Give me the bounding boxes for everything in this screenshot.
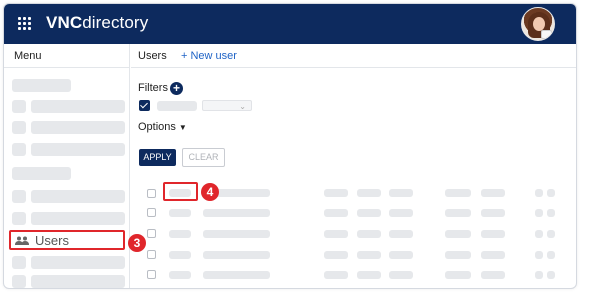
cell-placeholder: [169, 209, 191, 217]
cell-placeholder: [324, 189, 348, 197]
cell-placeholder: [445, 189, 471, 197]
sidebar-item-placeholder[interactable]: [31, 212, 125, 225]
sidebar-item-icon-placeholder: [12, 256, 26, 269]
sidebar-item-placeholder[interactable]: [31, 190, 125, 203]
sidebar-item-icon-placeholder: [12, 121, 26, 134]
cell-placeholder: [324, 230, 348, 238]
cell-placeholder: [389, 271, 413, 279]
apply-button[interactable]: APPLY: [139, 149, 176, 166]
cell-placeholder: [535, 189, 543, 197]
sidebar-section-placeholder: [12, 167, 71, 180]
cell-placeholder: [445, 230, 471, 238]
cell-placeholder: [535, 209, 543, 217]
cell-placeholder: [481, 251, 505, 259]
cell-placeholder: [203, 271, 270, 279]
cell-placeholder: [389, 251, 413, 259]
annotation-badge: 4: [201, 183, 219, 201]
sidebar-item-placeholder[interactable]: [31, 121, 125, 134]
row-checkbox[interactable]: [147, 189, 156, 198]
cell-placeholder: [535, 251, 543, 259]
cell-placeholder: [481, 209, 505, 217]
sidebar-item-placeholder[interactable]: [31, 256, 125, 269]
app-window: VNCdirectory Menu Users 3 Users + New us…: [3, 3, 577, 289]
cell-placeholder: [481, 189, 505, 197]
row-checkbox[interactable]: [147, 208, 156, 217]
sidebar-header: Menu: [4, 44, 130, 68]
main-header: Users + New user: [131, 44, 576, 68]
top-bar: VNCdirectory: [4, 4, 576, 44]
filters-label: Filters: [138, 82, 168, 94]
filter-name-placeholder: [157, 101, 197, 111]
cell-placeholder: [535, 230, 543, 238]
cell-placeholder: [547, 209, 555, 217]
cell-placeholder: [324, 209, 348, 217]
chevron-down-icon: ⌄: [239, 102, 246, 111]
cell-placeholder: [445, 209, 471, 217]
sidebar-item-label: Users: [35, 233, 69, 248]
cell-placeholder: [203, 230, 270, 238]
cell-placeholder: [389, 189, 413, 197]
sidebar-item-icon-placeholder: [12, 190, 26, 203]
plus-icon: +: [172, 81, 180, 95]
cell-placeholder: [547, 230, 555, 238]
cell-placeholder: [169, 230, 191, 238]
cell-placeholder: [535, 271, 543, 279]
cell-placeholder: [357, 209, 381, 217]
sidebar-item-placeholder[interactable]: [12, 79, 71, 92]
cell-placeholder: [324, 251, 348, 259]
cell-placeholder: [547, 271, 555, 279]
sidebar-item-icon-placeholder: [12, 143, 26, 156]
cell-placeholder: [203, 251, 270, 259]
cell-placeholder: [389, 230, 413, 238]
sidebar-item-icon-placeholder: [12, 100, 26, 113]
cell-placeholder: [357, 189, 381, 197]
cell-placeholder: [324, 271, 348, 279]
filter-checkbox[interactable]: [139, 100, 150, 111]
cell-placeholder: [357, 271, 381, 279]
cell-placeholder: [481, 230, 505, 238]
row-checkbox[interactable]: [147, 250, 156, 259]
sidebar-item-placeholder[interactable]: [31, 275, 125, 288]
app-logo: VNCdirectory: [46, 13, 149, 32]
cell-placeholder: [169, 251, 191, 259]
cell-placeholder: [445, 271, 471, 279]
sidebar-item-placeholder[interactable]: [31, 100, 125, 113]
cell-placeholder: [389, 209, 413, 217]
annotation-highlight: [163, 182, 198, 201]
cell-placeholder: [357, 230, 381, 238]
clear-button[interactable]: CLEAR: [182, 148, 225, 167]
new-user-link[interactable]: + New user: [181, 50, 237, 62]
user-avatar[interactable]: [521, 7, 555, 41]
sidebar-item-icon-placeholder: [12, 212, 26, 225]
sidebar-item-users[interactable]: Users: [9, 230, 125, 250]
cell-placeholder: [169, 271, 191, 279]
filter-select[interactable]: ⌄: [202, 100, 252, 111]
sidebar: Menu Users 3: [4, 44, 146, 288]
options-dropdown[interactable]: Options ▼: [138, 121, 187, 133]
cell-placeholder: [481, 271, 505, 279]
app-grid-icon[interactable]: [18, 17, 32, 31]
sidebar-item-placeholder[interactable]: [31, 143, 125, 156]
row-checkbox[interactable]: [147, 270, 156, 279]
add-filter-button[interactable]: +: [170, 82, 183, 95]
tab-users[interactable]: Users: [138, 50, 167, 62]
cell-placeholder: [203, 209, 270, 217]
cell-placeholder: [547, 251, 555, 259]
caret-down-icon: ▼: [178, 123, 187, 132]
users-icon: [15, 236, 29, 245]
sidebar-item-icon-placeholder: [12, 275, 26, 288]
cell-placeholder: [547, 189, 555, 197]
cell-placeholder: [357, 251, 381, 259]
row-checkbox[interactable]: [147, 229, 156, 238]
cell-placeholder: [445, 251, 471, 259]
main-panel: Users + New user Filters + ⌄ Options ▼ AP…: [131, 44, 576, 288]
